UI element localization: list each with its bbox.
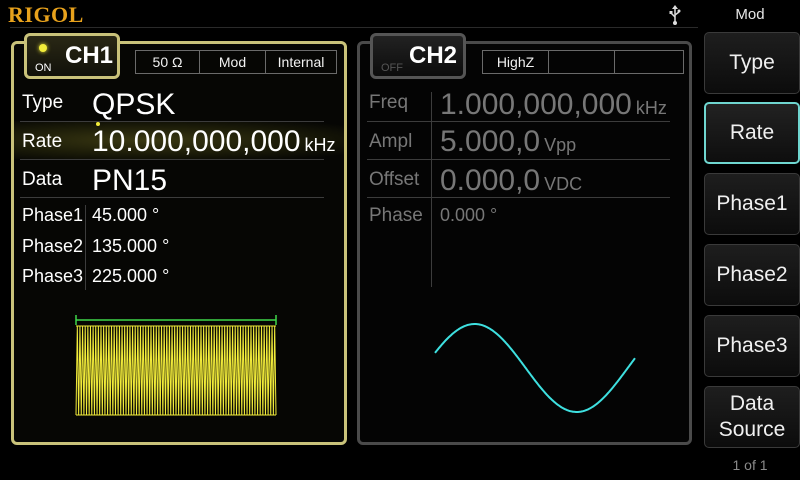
ch1-data-value[interactable]: PN15 bbox=[92, 164, 167, 198]
ch2-ampl-label: Ampl bbox=[369, 131, 413, 152]
ch2-freq-unit: kHz bbox=[635, 98, 667, 118]
ch2-freq-value[interactable]: 1.000,000,000 kHz bbox=[440, 88, 667, 122]
ch2-freq-label: Freq bbox=[369, 92, 409, 113]
ch2-ampl-value[interactable]: 5.000,0 Vpp bbox=[440, 125, 576, 159]
ch2-state: OFF bbox=[381, 62, 403, 74]
cursor-dot bbox=[96, 122, 100, 126]
ch1-sep-1 bbox=[20, 121, 324, 122]
top-bar: RIGOL bbox=[0, 0, 700, 30]
ch1-type-value[interactable]: QPSK bbox=[92, 88, 175, 122]
ch2-phase-value[interactable]: 0.000 ° bbox=[440, 205, 497, 226]
page-indicator: 1 of 1 bbox=[732, 457, 768, 473]
ch2-offset-label: Offset bbox=[369, 169, 420, 190]
ch1-rate-value[interactable]: 10.000,000,000 kHz bbox=[92, 125, 336, 159]
ch2-sep-3 bbox=[367, 197, 670, 198]
ch1-source: Internal bbox=[277, 54, 325, 70]
ch1-phase2-value[interactable]: 135.000 ° bbox=[92, 236, 169, 257]
softkey-phase2-label: Phase2 bbox=[716, 263, 788, 286]
ch2-freq-number: 1.000,000,000 bbox=[440, 88, 632, 121]
softkey-phase3[interactable]: Phase3 bbox=[704, 315, 800, 377]
ch1-phase1-label: Phase1 bbox=[22, 205, 84, 225]
ch1-phase2-label: Phase2 bbox=[22, 236, 84, 256]
ch1-waveform bbox=[75, 315, 277, 416]
softkey-data-source[interactable]: Data Source bbox=[704, 386, 800, 448]
ch1-waveform-trace bbox=[75, 325, 277, 416]
ch1-sep-3 bbox=[20, 197, 324, 198]
ch1-state: ON bbox=[35, 62, 52, 74]
ch1-phase3-value[interactable]: 225.000 ° bbox=[92, 266, 169, 287]
ch2-status-empty-1 bbox=[549, 51, 615, 73]
ch2-offset-unit: VDC bbox=[544, 174, 583, 194]
ch2-vsep bbox=[431, 92, 432, 287]
menu-title: Mod bbox=[735, 6, 765, 23]
ch2-name: CH2 bbox=[409, 42, 458, 69]
ch1-tab[interactable]: ON CH1 bbox=[24, 33, 120, 79]
ch1-status-bar: 50 Ω Mod Internal bbox=[135, 50, 337, 74]
ch2-sep-2 bbox=[367, 159, 670, 160]
ch2-sep-1 bbox=[367, 121, 670, 122]
ch2-status-bar: HighZ bbox=[482, 50, 684, 74]
ch1-type-label: Type bbox=[22, 92, 64, 113]
ch1-rate-number: 10.000,000,000 bbox=[92, 125, 301, 158]
ch2-status-empty-2 bbox=[615, 51, 683, 73]
softkey-phase1[interactable]: Phase1 bbox=[704, 173, 800, 235]
softkey-type[interactable]: Type bbox=[704, 32, 800, 94]
ch2-impedance: HighZ bbox=[483, 51, 549, 73]
ch1-period-marker bbox=[75, 315, 277, 325]
ch1-sep-2 bbox=[20, 159, 324, 160]
usb-icon bbox=[669, 5, 681, 25]
ch1-rate-label: Rate bbox=[22, 131, 63, 152]
ch2-offset-value[interactable]: 0.000,0 VDC bbox=[440, 164, 582, 198]
ch1-led-icon bbox=[39, 44, 47, 52]
top-divider bbox=[10, 27, 698, 28]
softkey-rate-label: Rate bbox=[729, 121, 775, 144]
brand-logo: RIGOL bbox=[8, 2, 84, 27]
ch2-offset-number: 0.000,0 bbox=[440, 164, 541, 197]
ch1-impedance: 50 Ω bbox=[136, 51, 200, 73]
ch1-phase3-label: Phase3 bbox=[22, 266, 84, 286]
ch1-name: CH1 bbox=[65, 42, 114, 69]
ch2-ampl-unit: Vpp bbox=[544, 135, 577, 155]
ch1-data-label: Data bbox=[22, 169, 63, 190]
softkey-type-label: Type bbox=[729, 51, 775, 74]
ch1-mode: Mod bbox=[200, 51, 266, 73]
softkey-phase3-label: Phase3 bbox=[716, 334, 788, 357]
ch2-waveform-trace bbox=[434, 323, 636, 413]
ch1-phase1-value[interactable]: 45.000 ° bbox=[92, 205, 159, 226]
ch1-rate-unit: kHz bbox=[304, 135, 336, 155]
softkey-phase1-label: Phase1 bbox=[716, 192, 788, 215]
softkey-phase2[interactable]: Phase2 bbox=[704, 244, 800, 306]
ch2-tab[interactable]: OFF CH2 bbox=[370, 33, 466, 79]
ch2-waveform bbox=[434, 323, 636, 413]
ch2-ampl-number: 5.000,0 bbox=[440, 125, 541, 158]
ch2-phase-label: Phase bbox=[369, 205, 423, 226]
ch1-vsep bbox=[85, 205, 86, 290]
softkey-data-source-label: Data Source bbox=[718, 392, 786, 441]
softkey-rate[interactable]: Rate bbox=[704, 102, 800, 164]
